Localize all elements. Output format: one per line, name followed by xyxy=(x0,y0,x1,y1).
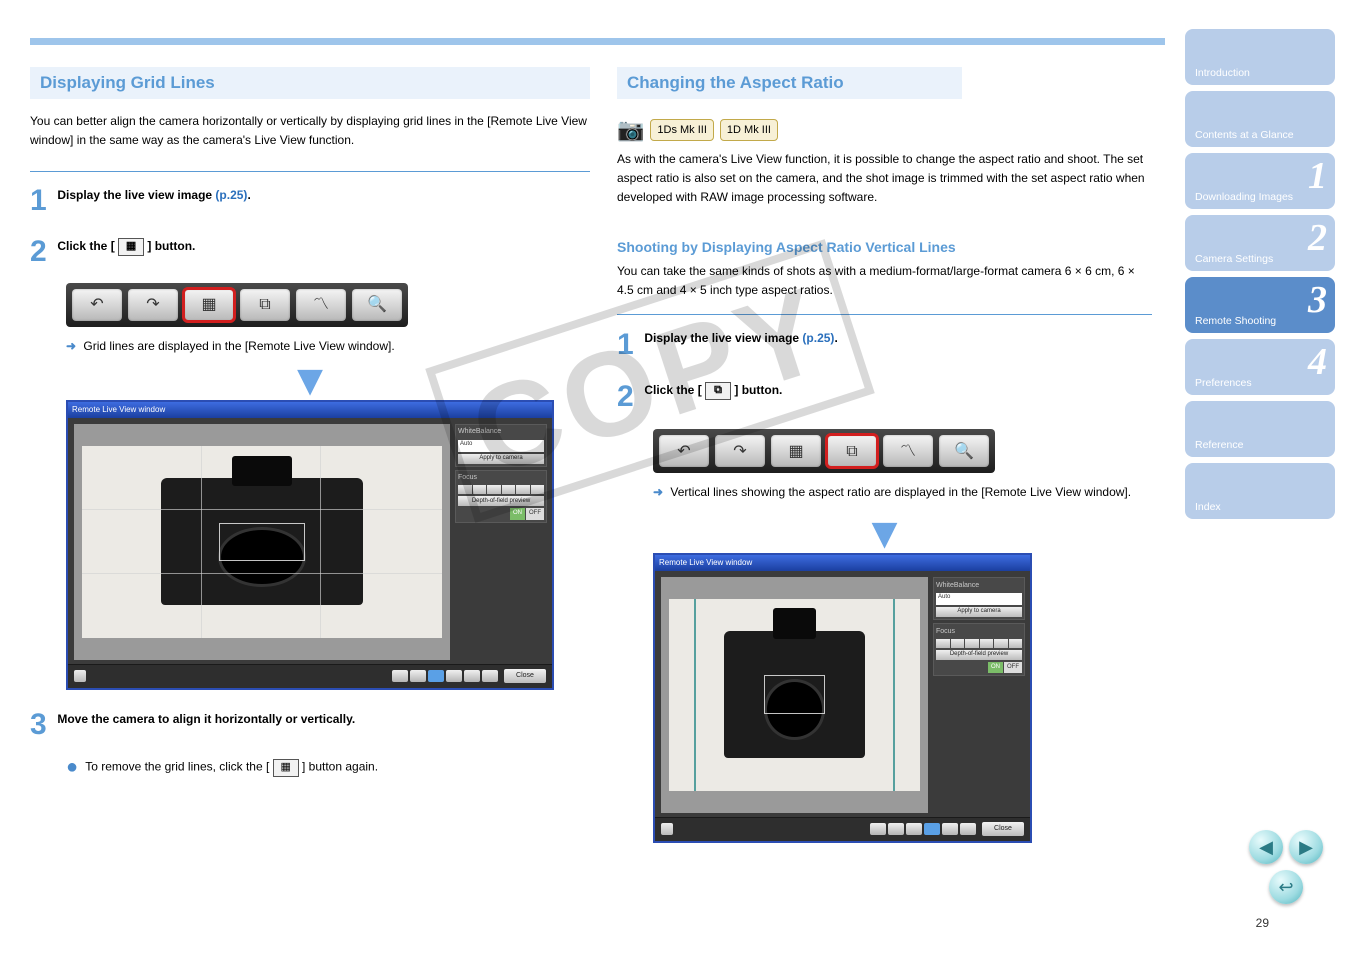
badge-1d-mk3: 1D Mk III xyxy=(720,119,778,141)
dof-preview-button-2[interactable]: Depth-of-field preview xyxy=(936,650,1022,660)
left-sub-rule xyxy=(30,171,590,172)
sidebar-item-introduction[interactable]: Introduction xyxy=(1185,29,1335,85)
step-number-3: 3 xyxy=(30,702,54,749)
step-number-1: 1 xyxy=(30,178,54,225)
right-sub-rule xyxy=(617,314,1152,315)
focus-step-buttons-2[interactable] xyxy=(936,639,1022,648)
camera-icon: 📷 xyxy=(617,119,644,141)
sub-body-vertical-lines: You can take the same kinds of shots as … xyxy=(617,262,1152,300)
bullet-icon: ● xyxy=(66,756,78,778)
result-arrow-icon-2: ➜ xyxy=(653,485,663,499)
aspect-icon-inline: ⧉ xyxy=(705,382,731,400)
sidebar-item-chapter-2[interactable]: 2 Camera Settings xyxy=(1185,215,1335,271)
af-frame-2 xyxy=(764,675,824,713)
page-number: 29 xyxy=(1256,916,1269,930)
camera-model-badges: 📷 1Ds Mk III 1D Mk III xyxy=(617,119,778,141)
section-title-grid-lines: Displaying Grid Lines xyxy=(30,67,590,99)
aspect-ratio-toggle-button[interactable]: ⧉ xyxy=(240,289,290,321)
step-number-2: 2 xyxy=(30,229,54,276)
grid-icon-inline-2: ▦ xyxy=(273,759,299,777)
zoom-button[interactable]: 🔍 xyxy=(352,289,402,321)
step-row-2: 2 Click the [ ▦ ] button. xyxy=(30,229,590,276)
ratio-line-left xyxy=(694,599,696,791)
down-arrow-icon-right: ▼ xyxy=(617,523,1152,545)
aspect-ratio-toggle-button-2[interactable]: ⧉ xyxy=(827,435,877,467)
app-titlebar-left: Remote Live View window xyxy=(68,402,552,418)
ratio-line-right xyxy=(893,599,895,791)
side-panel-right: WhiteBalance Auto Apply to camera Focus … xyxy=(933,577,1025,680)
left-column: You can better align the camera horizont… xyxy=(30,112,590,783)
top-horizontal-rule xyxy=(30,38,1165,45)
r-step-row-2: 2 Click the [ ⧉ ] button. xyxy=(617,373,1152,421)
on-off-toggle-2[interactable]: ONOFF xyxy=(936,662,1022,674)
badge-1ds-mk3: 1Ds Mk III xyxy=(650,119,714,141)
step3-bullet: ● To remove the grid lines, click the [ … xyxy=(66,752,590,783)
sidebar-item-chapter-3[interactable]: 3 Remote Shooting xyxy=(1185,277,1335,333)
right-column: As with the camera's Live View function,… xyxy=(617,150,1152,843)
toolbar-aspect: ↶ ↷ ▦ ⧉ 〽 🔍 xyxy=(653,429,1152,473)
sidebar-item-reference[interactable]: Reference xyxy=(1185,401,1335,457)
r-step-row-1: 1 Display the live view image (p.25). xyxy=(617,321,1152,369)
toolbar-grid: ↶ ↷ ▦ ⧉ 〽 🔍 xyxy=(66,283,590,327)
mini-toolbar-left[interactable] xyxy=(392,670,498,682)
live-view-screenshot-grid: Remote Live View window White xyxy=(66,400,554,690)
step-row-3: 3 Move the camera to align it horizontal… xyxy=(30,702,590,749)
grid-toggle-button-2[interactable]: ▦ xyxy=(771,435,821,467)
step1-text: Display the live view image (p.25). xyxy=(57,186,250,205)
section-title-aspect-ratio: Changing the Aspect Ratio xyxy=(617,67,962,99)
focus-step-buttons[interactable] xyxy=(458,485,544,494)
sub-heading-vertical-lines: Shooting by Displaying Aspect Ratio Vert… xyxy=(617,236,1152,258)
rotate-cw-button[interactable]: ↷ xyxy=(128,289,178,321)
close-button-right[interactable]: Close xyxy=(982,822,1024,836)
grid-icon-inline: ▦ xyxy=(118,238,144,256)
rotate-ccw-button[interactable]: ↶ xyxy=(72,289,122,321)
rotate-cw-button-2[interactable]: ↷ xyxy=(715,435,765,467)
down-arrow-icon-left: ▼ xyxy=(30,370,590,392)
close-button-left[interactable]: Close xyxy=(504,669,546,683)
step3-heading: Move the camera to align it horizontally… xyxy=(57,710,355,729)
device-status-icon xyxy=(74,670,86,682)
rotate-ccw-button-2[interactable]: ↶ xyxy=(659,435,709,467)
sidebar-item-contents[interactable]: Contents at a Glance xyxy=(1185,91,1335,147)
page-controls: ◀ ▶ ↩ xyxy=(1249,830,1323,904)
zoom-button-2[interactable]: 🔍 xyxy=(939,435,989,467)
r-step-number-2: 2 xyxy=(617,373,641,421)
left-intro: You can better align the camera horizont… xyxy=(30,112,590,149)
side-panel-left: WhiteBalance Auto Apply to camera Focus … xyxy=(455,424,547,526)
step2-text: Click the [ ▦ ] button. xyxy=(57,237,195,256)
section-title-grid-lines-text: Displaying Grid Lines xyxy=(40,73,215,93)
page-link-25a[interactable]: (p.25) xyxy=(215,188,247,202)
dof-preview-button[interactable]: Depth-of-field preview xyxy=(458,496,544,506)
sidebar-item-index[interactable]: Index xyxy=(1185,463,1335,519)
mini-toolbar-right[interactable] xyxy=(870,823,976,835)
result-arrow-icon: ➜ xyxy=(66,339,76,353)
prev-page-button[interactable]: ◀ xyxy=(1249,830,1283,864)
apply-to-camera-button[interactable]: Apply to camera xyxy=(458,454,544,464)
device-status-icon-2 xyxy=(661,823,673,835)
live-view-screenshot-aspect: Remote Live View window WhiteBalance Aut… xyxy=(653,553,1032,843)
sidebar-item-chapter-1[interactable]: 1 Downloading Images xyxy=(1185,153,1335,209)
page-link-25b[interactable]: (p.25) xyxy=(802,331,834,345)
r-step2-result: ➜ Vertical lines showing the aspect rati… xyxy=(653,483,1152,502)
wb-dropdown-2[interactable]: Auto xyxy=(936,593,1022,605)
back-button[interactable]: ↩ xyxy=(1269,870,1303,904)
r-step-number-1: 1 xyxy=(617,321,641,369)
right-intro: As with the camera's Live View function,… xyxy=(617,150,1152,208)
histogram-button-2[interactable]: 〽 xyxy=(883,435,933,467)
app-titlebar-right: Remote Live View window xyxy=(655,555,1030,571)
apply-to-camera-button-2[interactable]: Apply to camera xyxy=(936,607,1022,617)
section-title-aspect-ratio-text: Changing the Aspect Ratio xyxy=(627,73,844,93)
step-row-1: 1 Display the live view image (p.25). xyxy=(30,178,590,225)
wb-dropdown[interactable]: Auto xyxy=(458,440,544,452)
step2-result: ➜ Grid lines are displayed in the [Remot… xyxy=(66,337,590,356)
on-off-toggle[interactable]: ONOFF xyxy=(458,508,544,519)
next-page-button[interactable]: ▶ xyxy=(1289,830,1323,864)
histogram-button[interactable]: 〽 xyxy=(296,289,346,321)
sidebar-nav: Introduction Contents at a Glance 1 Down… xyxy=(1185,29,1335,519)
af-frame xyxy=(219,523,305,561)
sidebar-item-chapter-4[interactable]: 4 Preferences xyxy=(1185,339,1335,395)
grid-toggle-button[interactable]: ▦ xyxy=(184,289,234,321)
